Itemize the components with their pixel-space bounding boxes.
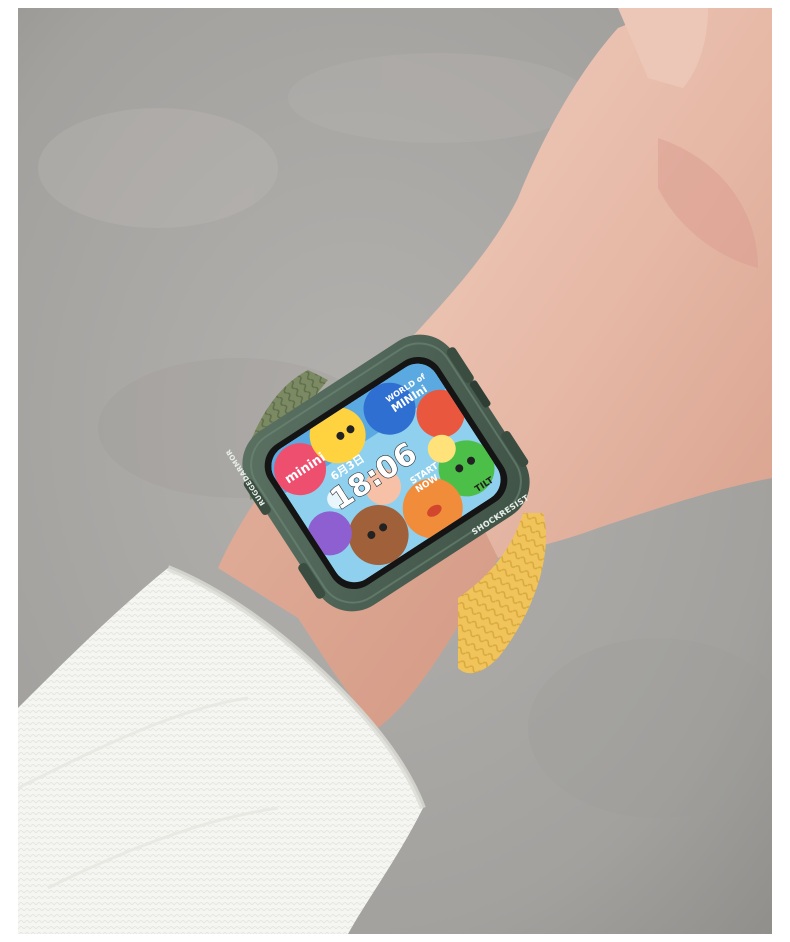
wrist-watch-photo: minini WORLD of MINIni START NOW TILT 6月… [18,8,772,934]
